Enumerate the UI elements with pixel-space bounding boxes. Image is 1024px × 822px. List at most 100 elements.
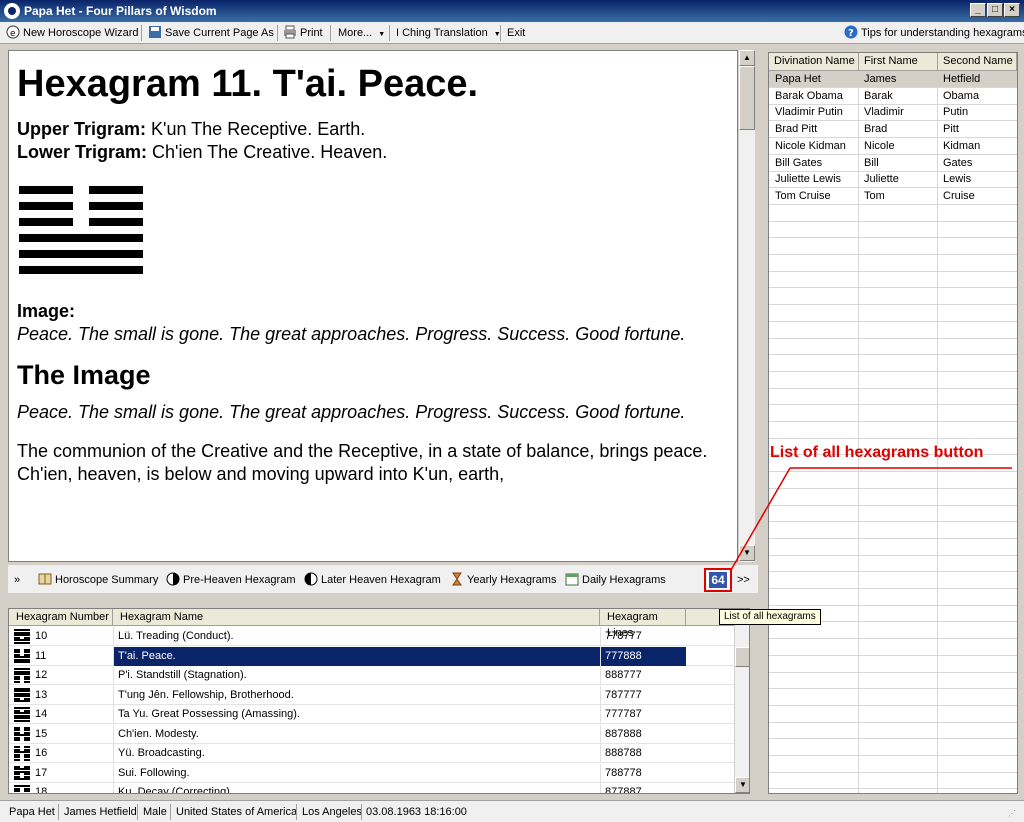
empty-row [769, 338, 1017, 356]
table-row[interactable]: Bill Gates Bill Gates [769, 155, 1017, 172]
tips-button[interactable]: ? Tips for understanding hexagrams [844, 25, 1024, 41]
collapse-toggle[interactable]: » [14, 572, 20, 588]
tab-later-heaven-hexagram[interactable]: Later Heaven Hexagram [304, 572, 441, 588]
table-row[interactable]: 12 P'i. Standstill (Stagnation). 888777 [9, 666, 734, 685]
hexagram-name-cell: Ku. Decay (Correcting) [113, 783, 605, 793]
empty-row [769, 405, 1017, 422]
first-name-cell: Brad [864, 123, 888, 136]
hexagram-number-cell: 10 [35, 630, 48, 642]
status-separator [296, 804, 297, 820]
window-title: Papa Het - Four Pillars of Wisdom [24, 4, 217, 18]
document-scrollbar[interactable]: ▲ ▼ [738, 50, 755, 562]
close-button[interactable]: × [1004, 3, 1020, 17]
tab-horoscope-summary-label: Horoscope Summary [55, 574, 159, 586]
hexagram-name-cell: Yü. Broadcasting. [113, 744, 605, 763]
svg-text:?: ? [848, 28, 854, 39]
first-name-cell: James [864, 73, 897, 85]
minimize-button[interactable]: _ [970, 3, 986, 17]
table-row[interactable]: Tom Cruise Tom Cruise [769, 188, 1017, 205]
i-ching-translation-dropdown[interactable]: I Ching Translation ▼ [396, 25, 501, 41]
exit-button[interactable]: Exit [507, 25, 525, 41]
second-name-cell: Pitt [943, 123, 959, 136]
empty-row [769, 422, 1017, 439]
table-row[interactable]: 18 Ku. Decay (Correcting) 877887 [9, 783, 734, 793]
new-horoscope-wizard-button[interactable]: e New Horoscope Wizard [6, 25, 139, 41]
first-name-cell: Juliette [864, 173, 899, 186]
more-tabs-button[interactable]: >> [737, 572, 750, 588]
column-header-hexagram-number[interactable]: Hexagram Number [9, 609, 113, 626]
annotation-label: List of all hexagrams button [770, 444, 984, 461]
table-row[interactable]: 14 Ta Yu. Great Possessing (Amassing). 777… [9, 705, 734, 724]
save-current-page-as-label: Save Current Page As [165, 27, 274, 39]
table-row[interactable]: 16 Yü. Broadcasting. 888788 [9, 744, 734, 763]
column-header-divination-name[interactable]: Divination Name [769, 53, 859, 71]
tab-horoscope-summary[interactable]: Horoscope Summary [38, 572, 158, 588]
second-name-cell: Lewis [943, 173, 972, 186]
scroll-up-button[interactable]: ▲ [739, 50, 755, 66]
maximize-button[interactable]: □ [987, 3, 1003, 17]
table-row[interactable]: 13 T'ung Jên. Fellowship, Brotherhood. 787… [9, 685, 734, 705]
second-name-cell: Obama [943, 89, 980, 102]
first-name-cell: Nicole [864, 139, 895, 152]
printer-icon [283, 25, 297, 39]
column-header-hexagram-name[interactable]: Hexagram Name [113, 609, 600, 626]
print-button[interactable]: Print [283, 25, 323, 41]
scroll-down-button[interactable]: ▼ [735, 777, 749, 793]
first-name-cell: Vladimir [864, 106, 904, 119]
scroll-down-button[interactable]: ▼ [739, 545, 755, 561]
scroll-thumb[interactable] [739, 66, 755, 130]
save-icon [148, 25, 162, 39]
second-name-cell: Gates [943, 156, 973, 169]
tab-daily-hexagrams[interactable]: Daily Hexagrams [565, 572, 666, 588]
table-row[interactable]: 10 Lü. Treading (Conduct). 778777 [9, 627, 734, 646]
i-ching-translation-label: I Ching Translation [396, 27, 488, 39]
hexagram-line [19, 202, 73, 210]
image-label-text: Image: [17, 301, 76, 321]
resize-grip-icon[interactable]: ⋰ [1008, 807, 1016, 821]
column-header-first-name[interactable]: First Name [859, 53, 938, 71]
divination-name-cell: Barak Obama [775, 89, 843, 102]
scroll-thumb[interactable] [735, 647, 749, 667]
tab-yearly-hexagrams[interactable]: Yearly Hexagrams [450, 572, 556, 588]
hexagram-name-cell: T'ai. Peace. [113, 646, 605, 666]
status-full-name: James Hetfield [64, 806, 137, 818]
table-row[interactable]: 11 T'ai. Peace. 777888 [9, 646, 734, 666]
status-divination-name: Papa Het [9, 806, 55, 818]
divination-name-cell: Tom Cruise [775, 189, 831, 202]
table-row[interactable]: 15 Ch'ien. Modesty. 887888 [9, 724, 734, 744]
save-current-page-as-button[interactable]: Save Current Page As [148, 25, 274, 41]
list-all-hexagrams-button[interactable]: 64 [704, 568, 732, 592]
column-header-second-name[interactable]: Second Name [938, 53, 1017, 71]
second-name-cell: Putin [943, 106, 969, 119]
empty-row [769, 689, 1017, 706]
hexagram-lines-cell: 777888 [600, 646, 686, 666]
tab-pre-heaven-hexagram[interactable]: Pre-Heaven Hexagram [166, 572, 296, 588]
empty-row [769, 672, 1017, 690]
tips-label: Tips for understanding hexagrams [861, 27, 1024, 39]
app-icon [4, 3, 20, 19]
more-label: More... [338, 27, 373, 39]
status-separator [58, 804, 59, 820]
help-icon: ? [844, 25, 858, 39]
column-header-hexagram-lines[interactable]: Hexagram Lines [600, 609, 686, 639]
empty-row [769, 388, 1017, 406]
half-circle-icon [166, 572, 180, 586]
half-circle-icon [304, 572, 318, 586]
table-row[interactable]: Brad Pitt Brad Pitt [769, 121, 1017, 139]
table-row[interactable]: Vladimir Putin Vladimir Putin [769, 104, 1017, 122]
list-all-hexagrams-label: 64 [709, 572, 727, 588]
table-row[interactable]: Juliette Lewis Juliette Lewis [769, 171, 1017, 189]
hexagram-lines-cell: 877887 [600, 783, 686, 793]
empty-row [769, 555, 1017, 573]
table-scrollbar[interactable]: ▲ ▼ [734, 609, 749, 793]
more-dropdown[interactable]: More... ▼ [338, 25, 385, 41]
table-row[interactable]: 17 Sui. Following. 788778 [9, 763, 734, 783]
hexagram-name-cell: T'ung Jên. Fellowship, Brotherhood. [113, 685, 605, 705]
table-row[interactable]: Papa Het James Hetfield [769, 71, 1017, 88]
upper-trigram: Upper Trigram: K'un The Receptive. Earth… [17, 118, 731, 141]
table-row[interactable]: Barak Obama Barak Obama [769, 88, 1017, 105]
hexagram-lines-cell: 778777 [600, 627, 686, 646]
table-row[interactable]: Nicole Kidman Nicole Kidman [769, 138, 1017, 155]
tab-later-heaven-hexagram-label: Later Heaven Hexagram [321, 574, 441, 586]
second-name-cell: Cruise [943, 189, 975, 202]
